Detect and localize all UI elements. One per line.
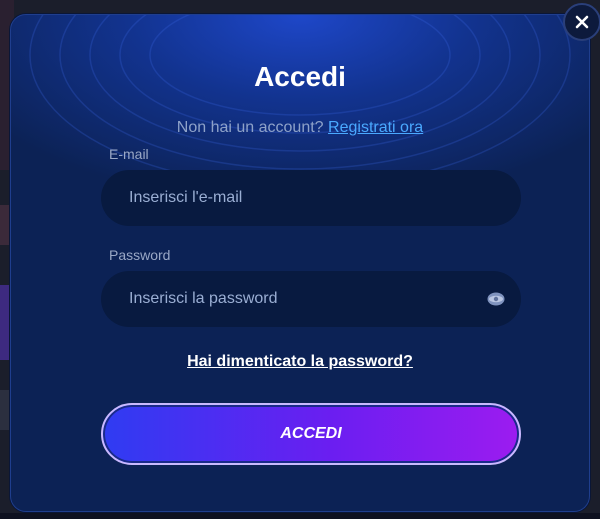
- email-label: E-mail: [109, 146, 149, 162]
- email-field[interactable]: Inserisci l'e-mail: [101, 170, 521, 226]
- signup-prompt-text: Non hai un account?: [176, 119, 324, 136]
- close-button[interactable]: [563, 3, 600, 41]
- password-field[interactable]: Inserisci la password: [101, 271, 521, 327]
- background-page: [0, 513, 600, 519]
- password-label: Password: [109, 247, 171, 263]
- login-modal: Accedi Non hai un account? Registrati or…: [10, 14, 590, 512]
- signup-link[interactable]: Registrati ora: [328, 119, 423, 136]
- close-icon: [575, 15, 589, 29]
- modal-title: Accedi: [254, 61, 346, 92]
- email-placeholder: Inserisci l'e-mail: [129, 189, 243, 206]
- password-placeholder: Inserisci la password: [129, 290, 278, 307]
- forgot-password-link[interactable]: Hai dimenticato la password?: [11, 353, 589, 371]
- signup-prompt: Non hai un account? Registrati ora: [11, 119, 589, 137]
- login-button[interactable]: ACCEDI: [101, 403, 521, 465]
- eye-icon[interactable]: [487, 291, 505, 307]
